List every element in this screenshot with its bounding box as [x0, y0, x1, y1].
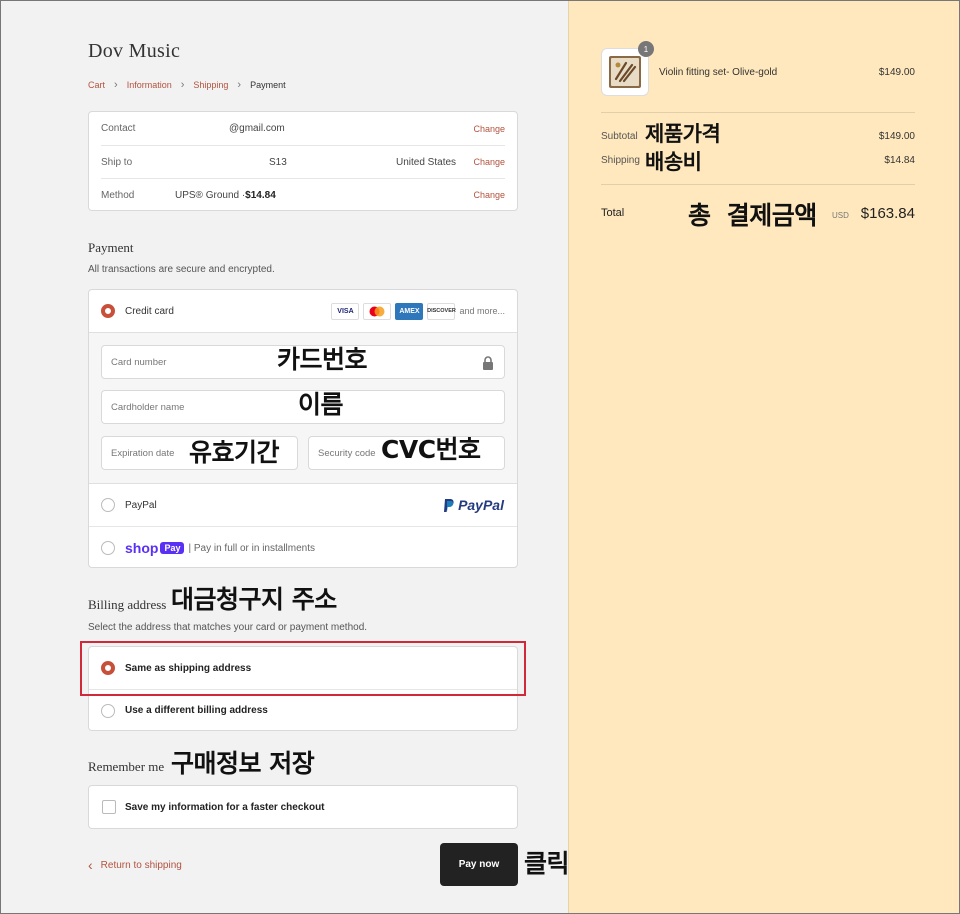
security-placeholder: Security code — [318, 447, 376, 459]
item-name: Violin fitting set- Olive-gold — [659, 67, 778, 78]
review-row-contact: Contact @gmail.com Change — [101, 112, 505, 145]
annotation-shipping: 배송비 — [645, 150, 702, 174]
method-value: UPS® Ground · — [175, 189, 246, 201]
review-row-method: Method UPS® Ground · $14.84 Change — [101, 178, 505, 211]
same-as-shipping-option[interactable]: Same as shipping address — [89, 647, 517, 689]
different-billing-option[interactable]: Use a different billing address — [89, 689, 517, 731]
summary-divider — [601, 184, 915, 185]
shipping-label: Shipping — [601, 155, 640, 166]
discover-icon: DISCOVER — [427, 302, 456, 320]
shop-pay-option[interactable]: shop Pay | Pay in full or in installment… — [89, 526, 517, 567]
annotation-click: 클릭 — [524, 849, 570, 878]
annotation-remember: 구매정보 저장 — [171, 749, 315, 778]
cardholder-placeholder: Cardholder name — [111, 401, 185, 413]
expiration-placeholder: Expiration date — [111, 447, 175, 459]
item-price: $149.00 — [878, 67, 915, 78]
ship-to-value: S13 — [269, 156, 287, 168]
breadcrumb: Cart › Information › Shipping › Payment — [88, 79, 286, 91]
paypal-label: PayPal — [125, 499, 157, 511]
annotation-total: 총 결제금액 — [688, 201, 817, 230]
change-method-link[interactable]: Change — [473, 190, 505, 200]
change-ship-to-link[interactable]: Change — [473, 157, 505, 167]
breadcrumb-payment: Payment — [250, 80, 286, 90]
card-number-placeholder: Card number — [111, 356, 167, 368]
remember-label: Save my information for a faster checkou… — [125, 801, 325, 813]
return-to-shipping-link[interactable]: ‹ Return to shipping — [88, 857, 182, 873]
remember-me-box[interactable]: Save my information for a faster checkou… — [88, 785, 518, 829]
card-brands: VISA AMEX DISCOVER and more... — [327, 302, 505, 320]
breadcrumb-information[interactable]: Information — [127, 80, 172, 90]
same-as-shipping-radio[interactable] — [101, 661, 115, 675]
visa-icon: VISA — [331, 302, 360, 320]
chevron-left-icon: ‹ — [88, 857, 93, 873]
credit-card-label: Credit card — [125, 305, 174, 317]
ship-to-label: Ship to — [101, 156, 133, 168]
total-value: $163.84 — [860, 205, 915, 222]
mastercard-icon — [363, 302, 392, 320]
annotation-expiry: 유효기간 — [189, 438, 280, 467]
credit-card-option[interactable]: Credit card VISA AMEX DISCOVER and more.… — [89, 290, 517, 332]
shipping-value: $14.84 — [884, 155, 915, 166]
billing-heading: Billing address — [88, 597, 167, 612]
annotation-card-number: 카드번호 — [277, 345, 368, 374]
paypal-logo-text: PayPal — [458, 497, 504, 513]
breadcrumb-cart[interactable]: Cart — [88, 80, 105, 90]
item-quantity-badge: 1 — [638, 41, 654, 57]
shop-pay-badge: Pay — [160, 542, 185, 554]
method-price: $14.84 — [245, 189, 276, 201]
contact-label: Contact — [101, 123, 136, 134]
paypal-option[interactable]: PayPal PayPal — [89, 484, 517, 526]
paypal-icon — [444, 498, 454, 512]
ship-to-country: United States — [396, 156, 457, 168]
change-contact-link[interactable]: Change — [473, 124, 505, 134]
amex-icon: AMEX — [395, 302, 424, 320]
remember-checkbox[interactable] — [102, 800, 116, 814]
subtotal-label: Subtotal — [601, 131, 638, 142]
payment-heading: Payment — [88, 240, 134, 255]
annotation-cvc: CVC번호 — [381, 435, 481, 464]
paypal-logo: PayPal — [443, 497, 504, 513]
breadcrumb-shipping[interactable]: Shipping — [193, 80, 228, 90]
remember-heading: Remember me — [88, 759, 165, 774]
credit-card-radio[interactable] — [101, 304, 115, 318]
chevron-right-icon: › — [114, 79, 118, 91]
shop-pay-text: | Pay in full or in installments — [188, 542, 316, 554]
same-as-shipping-label: Same as shipping address — [125, 662, 252, 674]
annotation-billing: 대금청구지 주소 — [171, 585, 337, 614]
annotation-name: 이름 — [298, 390, 344, 419]
payment-methods-box: Credit card VISA AMEX DISCOVER and more.… — [88, 289, 518, 568]
review-summary-box: Contact @gmail.com Change Ship to S13 Un… — [88, 111, 518, 211]
contact-value: @gmail.com — [229, 123, 285, 134]
more-brands-text: and more... — [459, 306, 505, 316]
total-currency: USD — [832, 211, 849, 220]
summary-divider — [601, 112, 915, 113]
payment-subtitle: All transactions are secure and encrypte… — [88, 264, 275, 275]
paypal-radio[interactable] — [101, 498, 115, 512]
shop-pay-logo: shop — [125, 540, 159, 556]
shop-pay-radio[interactable] — [101, 541, 115, 555]
method-label: Method — [101, 189, 135, 201]
billing-options-box: Same as shipping address Use a different… — [88, 646, 518, 731]
billing-subtitle: Select the address that matches your car… — [88, 622, 368, 633]
chevron-right-icon: › — [237, 79, 242, 91]
return-label: Return to shipping — [100, 859, 182, 871]
different-billing-radio[interactable] — [101, 703, 115, 718]
different-billing-label: Use a different billing address — [125, 705, 268, 716]
store-logo[interactable]: Dov Music — [88, 40, 180, 63]
annotation-subtotal: 제품가격 — [645, 122, 721, 146]
review-row-ship-to: Ship to S13 United States Change — [101, 145, 505, 178]
lock-icon — [482, 356, 494, 373]
total-label: Total — [601, 207, 625, 219]
subtotal-value: $149.00 — [878, 131, 915, 142]
pay-now-button[interactable]: Pay now — [440, 843, 518, 886]
chevron-right-icon: › — [180, 79, 185, 91]
